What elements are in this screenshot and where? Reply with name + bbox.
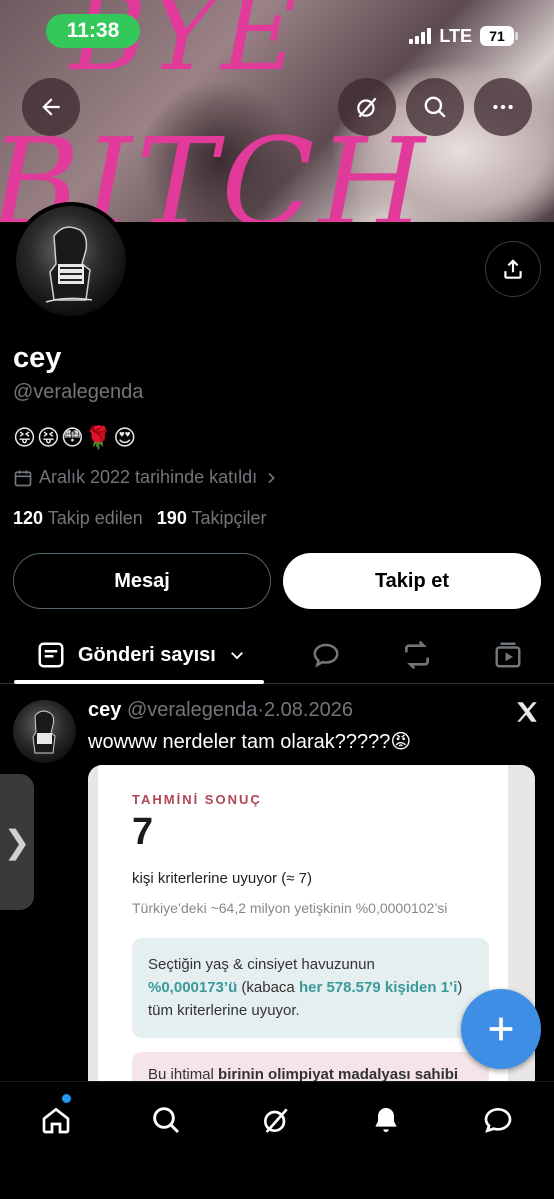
video-icon bbox=[495, 642, 521, 668]
post-date: 2.08.2026 bbox=[264, 699, 353, 721]
card-box-mid: (kabaca bbox=[241, 979, 295, 996]
followers-label: Takipçiler bbox=[191, 508, 267, 528]
card-box-suffix: ) bbox=[457, 979, 463, 996]
card-panel: TAHMİNİ SONUÇ 7 kişi kriterlerine uyuyor… bbox=[98, 765, 508, 1095]
post-avatar[interactable] bbox=[13, 700, 76, 763]
profile-name: cey bbox=[13, 342, 62, 374]
joined-text: Aralık 2022 tarihinde katıldı bbox=[39, 467, 258, 487]
x-logo-icon bbox=[517, 702, 537, 722]
active-tab-indicator bbox=[14, 680, 264, 684]
tab-reposts[interactable] bbox=[400, 638, 434, 672]
card-info-box: Seçtiğin yaş & cinsiyet havuzunun %0,000… bbox=[132, 938, 489, 1038]
card-box-end: tüm kriterlerine uyuyor. bbox=[148, 1002, 300, 1019]
profile-tabs: Gönderi sayısı bbox=[0, 626, 554, 684]
nav-messages[interactable] bbox=[480, 1102, 516, 1138]
grok-icon bbox=[357, 97, 377, 118]
grok-icon bbox=[264, 1108, 288, 1133]
post-text: wowww nerdeler tam olarak?????😡 bbox=[88, 731, 412, 753]
nav-grok[interactable] bbox=[258, 1102, 294, 1138]
post-separator: · bbox=[257, 699, 264, 721]
side-panel-handle[interactable]: ❯ bbox=[0, 774, 34, 910]
follow-stats: 120 Takip edilen 190 Takipçiler bbox=[13, 508, 267, 529]
tab-media[interactable] bbox=[491, 638, 525, 672]
card-line2: Türkiye’deki ~64,2 milyon yetişkinin %0,… bbox=[132, 900, 448, 916]
profile-bio: 😝😝😳🌹😍 bbox=[13, 425, 138, 450]
status-time: 11:38 bbox=[46, 14, 140, 48]
share-icon bbox=[504, 259, 522, 279]
nav-notifications[interactable] bbox=[368, 1102, 404, 1138]
chat-icon bbox=[484, 1107, 512, 1133]
battery-icon: 71 bbox=[480, 26, 518, 46]
post-header: cey @veralegenda·2.08.2026 bbox=[88, 699, 353, 722]
avatar-image bbox=[16, 206, 126, 316]
card-label: TAHMİNİ SONUÇ bbox=[132, 792, 262, 807]
chevron-right-icon: ❯ bbox=[3, 824, 31, 860]
following-link[interactable]: 120 Takip edilen bbox=[13, 508, 143, 529]
card-box-prefix: Seçtiğin yaş & cinsiyet havuzunun bbox=[148, 956, 375, 973]
home-icon bbox=[42, 1107, 70, 1134]
calendar-icon bbox=[14, 470, 32, 486]
reply-icon bbox=[313, 643, 339, 668]
search-button[interactable] bbox=[406, 78, 464, 136]
post-author-handle[interactable]: @veralegenda bbox=[127, 699, 257, 721]
message-button[interactable]: Mesaj bbox=[13, 553, 271, 609]
tab-replies[interactable] bbox=[309, 638, 343, 672]
profile-avatar[interactable] bbox=[12, 202, 130, 320]
card-line1: kişi kriterlerine uyuyor (≈ 7) bbox=[132, 870, 312, 887]
network-label: LTE bbox=[439, 25, 472, 46]
card-box-percent: %0,000173’ü bbox=[148, 979, 238, 996]
joined-date[interactable]: Aralık 2022 tarihinde katıldı bbox=[13, 467, 279, 488]
repost-icon bbox=[405, 640, 429, 670]
bell-icon bbox=[375, 1108, 397, 1132]
signal-icon bbox=[409, 28, 432, 44]
card-box-ratio: her 578.579 kişiden 1’i bbox=[298, 979, 458, 996]
back-button[interactable] bbox=[22, 78, 80, 136]
chevron-down-icon bbox=[230, 652, 243, 660]
tab-posts-label: Gönderi sayısı bbox=[78, 643, 216, 666]
more-icon bbox=[493, 104, 513, 110]
chevron-right-icon bbox=[268, 472, 275, 483]
grok-button[interactable] bbox=[338, 78, 396, 136]
nav-home[interactable] bbox=[38, 1102, 74, 1138]
followers-count: 190 bbox=[156, 508, 187, 528]
search-icon bbox=[153, 1107, 180, 1134]
followers-link[interactable]: 190 Takipçiler bbox=[157, 508, 267, 529]
following-label: Takip edilen bbox=[47, 508, 143, 528]
back-arrow-icon bbox=[42, 98, 60, 116]
following-count: 120 bbox=[13, 508, 44, 528]
search-icon bbox=[424, 96, 446, 118]
more-button[interactable] bbox=[474, 78, 532, 136]
notification-dot bbox=[62, 1094, 71, 1103]
follow-button[interactable]: Takip et bbox=[283, 553, 541, 609]
nav-search[interactable] bbox=[148, 1102, 184, 1138]
posts-icon bbox=[38, 642, 64, 668]
compose-button[interactable] bbox=[461, 989, 541, 1069]
card-number: 7 bbox=[132, 811, 154, 853]
profile-handle: @veralegenda bbox=[13, 381, 144, 403]
share-button[interactable] bbox=[485, 241, 541, 297]
bottom-navigation bbox=[0, 1081, 554, 1199]
plus-icon bbox=[489, 1017, 513, 1041]
post-author-name[interactable]: cey bbox=[88, 699, 121, 721]
status-indicators: LTE 71 bbox=[409, 24, 518, 48]
tab-posts[interactable]: Gönderi sayısı bbox=[14, 626, 264, 684]
